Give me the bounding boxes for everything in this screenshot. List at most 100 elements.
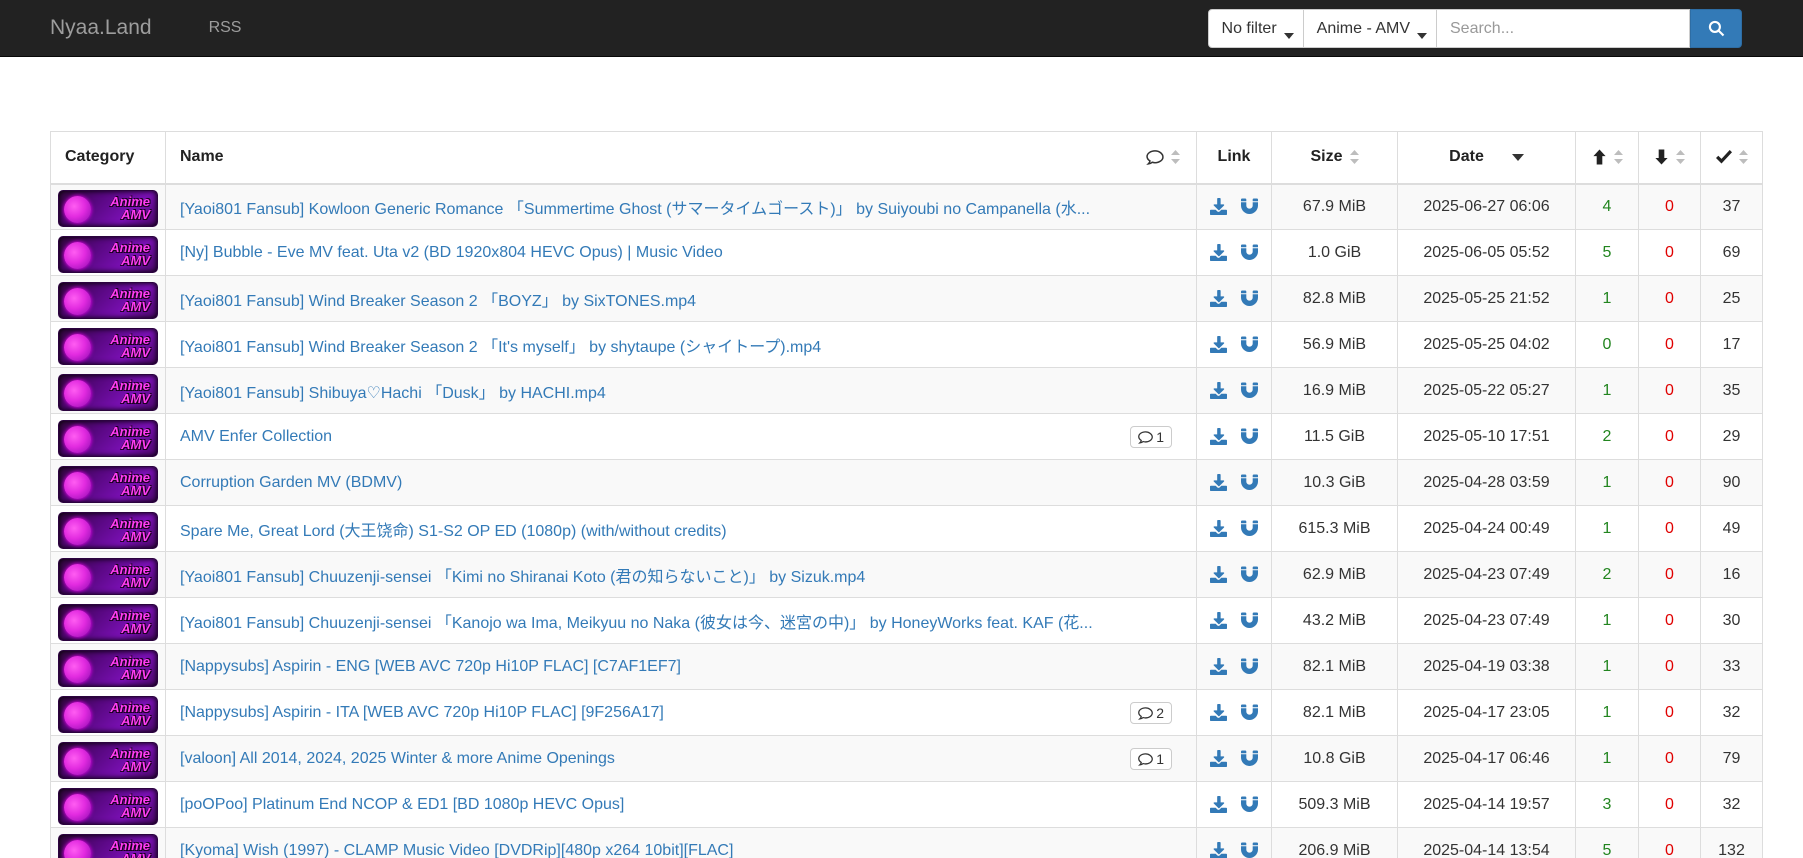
download-icon[interactable]: [1209, 611, 1227, 629]
filter-dropdown[interactable]: No filter: [1207, 9, 1304, 48]
magnet-icon[interactable]: [1241, 566, 1259, 583]
category-badge[interactable]: Anime AMV: [58, 419, 158, 457]
header-date[interactable]: Date: [1397, 131, 1576, 185]
chevron-down-icon: [1417, 27, 1427, 45]
leechers-cell: 0: [1638, 735, 1701, 782]
torrent-name-link[interactable]: Spare Me, Great Lord (大王饶命) S1-S2 OP ED …: [180, 517, 727, 541]
header-size-label: Size: [1310, 148, 1343, 166]
magnet-icon[interactable]: [1241, 750, 1259, 767]
magnet-icon[interactable]: [1241, 612, 1259, 629]
magnet-icon[interactable]: [1241, 428, 1259, 445]
category-badge[interactable]: Anime AMV: [58, 695, 158, 733]
site-brand[interactable]: Nyaa.Land: [50, 16, 152, 40]
torrent-name-link[interactable]: [valoon] All 2014, 2024, 2025 Winter & m…: [180, 750, 615, 768]
table-row: Anime AMV [Yaoi801 Fansub] Wind Breaker …: [50, 321, 1763, 368]
magnet-icon[interactable]: [1241, 658, 1259, 675]
category-badge[interactable]: Anime AMV: [58, 189, 158, 227]
rss-link[interactable]: RSS: [209, 19, 242, 37]
leechers-cell: 0: [1638, 827, 1701, 858]
download-icon[interactable]: [1209, 381, 1227, 399]
magnet-icon[interactable]: [1241, 336, 1259, 353]
download-icon[interactable]: [1209, 795, 1227, 813]
category-badge[interactable]: Anime AMV: [58, 511, 158, 549]
download-icon[interactable]: [1209, 427, 1227, 445]
category-badge[interactable]: Anime AMV: [58, 741, 158, 779]
seeders-cell: 4: [1575, 183, 1639, 230]
magnet-icon[interactable]: [1241, 520, 1259, 537]
torrent-name-link[interactable]: [Yaoi801 Fansub] Shibuya♡Hachi 「Dusk」 by…: [180, 379, 606, 403]
category-dropdown[interactable]: Anime - AMV: [1303, 9, 1437, 48]
download-icon[interactable]: [1209, 749, 1227, 767]
sort-icon: [1349, 150, 1359, 165]
comments-badge[interactable]: 1: [1130, 425, 1172, 448]
magnet-icon[interactable]: [1241, 842, 1259, 858]
size-cell: 509.3 MiB: [1271, 781, 1398, 828]
torrent-name-link[interactable]: [poOPoo] Platinum End NCOP & ED1 [BD 108…: [180, 796, 624, 814]
category-badge[interactable]: Anime AMV: [58, 603, 158, 641]
download-icon[interactable]: [1209, 703, 1227, 721]
seeders-cell: 1: [1575, 643, 1639, 690]
download-icon[interactable]: [1209, 657, 1227, 675]
magnet-icon[interactable]: [1241, 290, 1259, 307]
torrent-name-link[interactable]: [Nappysubs] Aspirin - ENG [WEB AVC 720p …: [180, 658, 681, 676]
category-badge[interactable]: Anime AMV: [58, 281, 158, 319]
size-cell: 10.8 GiB: [1271, 735, 1398, 782]
header-completed[interactable]: [1700, 131, 1763, 185]
torrent-name-link[interactable]: [Yaoi801 Fansub] Kowloon Generic Romance…: [180, 195, 1090, 219]
seeders-cell: 1: [1575, 275, 1639, 322]
torrent-name-link[interactable]: [Yaoi801 Fansub] Chuuzenji-sensei 「Kimi …: [180, 563, 865, 587]
torrent-name-link[interactable]: [Ny] Bubble - Eve MV feat. Uta v2 (BD 19…: [180, 244, 723, 262]
date-cell: 2025-04-23 07:49: [1397, 551, 1576, 598]
category-badge[interactable]: Anime AMV: [58, 373, 158, 411]
completed-cell: 32: [1700, 781, 1763, 828]
comments-badge[interactable]: 2: [1130, 701, 1172, 724]
torrent-name-link[interactable]: Corruption Garden MV (BDMV): [180, 474, 402, 492]
magnet-icon[interactable]: [1241, 796, 1259, 813]
download-icon[interactable]: [1209, 565, 1227, 583]
magnet-icon[interactable]: [1241, 474, 1259, 491]
magnet-icon[interactable]: [1241, 244, 1259, 261]
table-row: Anime AMV [Yaoi801 Fansub] Wind Breaker …: [50, 275, 1763, 322]
torrent-name-link[interactable]: [Kyoma] Wish (1997) - CLAMP Music Video …: [180, 842, 733, 858]
category-badge[interactable]: Anime AMV: [58, 787, 158, 825]
header-seeders[interactable]: [1575, 131, 1639, 185]
name-cell: [Ny] Bubble - Eve MV feat. Uta v2 (BD 19…: [165, 229, 1197, 276]
header-comments-sort[interactable]: [1146, 148, 1180, 166]
download-icon[interactable]: [1209, 519, 1227, 537]
torrent-name-link[interactable]: [Yaoi801 Fansub] Wind Breaker Season 2 「…: [180, 333, 821, 357]
download-icon[interactable]: [1209, 289, 1227, 307]
torrent-name-link[interactable]: [Yaoi801 Fansub] Wind Breaker Season 2 「…: [180, 287, 696, 311]
download-icon[interactable]: [1209, 198, 1227, 216]
download-icon[interactable]: [1209, 335, 1227, 353]
category-badge-line2: AMV: [121, 852, 150, 858]
magnet-icon[interactable]: [1241, 382, 1259, 399]
header-size[interactable]: Size: [1271, 131, 1398, 185]
category-badge[interactable]: Anime AMV: [58, 557, 158, 595]
download-icon[interactable]: [1209, 473, 1227, 491]
search-button[interactable]: [1690, 9, 1742, 48]
download-icon[interactable]: [1209, 243, 1227, 261]
header-category: Category: [50, 131, 166, 185]
category-badge-line2: AMV: [121, 667, 150, 682]
date-cell: 2025-05-10 17:51: [1397, 413, 1576, 460]
torrent-name-link[interactable]: AMV Enfer Collection: [180, 428, 332, 446]
category-badge[interactable]: Anime AMV: [58, 327, 158, 365]
date-cell: 2025-06-27 06:06: [1397, 183, 1576, 230]
header-link: Link: [1196, 131, 1272, 185]
header-leechers[interactable]: [1638, 131, 1701, 185]
completed-cell: 25: [1700, 275, 1763, 322]
seeders-cell: 1: [1575, 505, 1639, 552]
comments-badge[interactable]: 1: [1130, 747, 1172, 770]
magnet-icon[interactable]: [1241, 198, 1259, 215]
category-badge[interactable]: Anime AMV: [58, 833, 158, 858]
category-badge[interactable]: Anime AMV: [58, 649, 158, 687]
magnet-icon[interactable]: [1241, 704, 1259, 721]
category-badge[interactable]: Anime AMV: [58, 465, 158, 503]
category-badge[interactable]: Anime AMV: [58, 235, 158, 273]
torrent-name-link[interactable]: [Nappysubs] Aspirin - ITA [WEB AVC 720p …: [180, 704, 664, 722]
link-cell: [1196, 321, 1272, 368]
download-icon[interactable]: [1209, 841, 1227, 858]
search-input[interactable]: [1437, 9, 1690, 48]
header-date-label: Date: [1449, 148, 1484, 166]
torrent-name-link[interactable]: [Yaoi801 Fansub] Chuuzenji-sensei 「Kanoj…: [180, 609, 1093, 633]
